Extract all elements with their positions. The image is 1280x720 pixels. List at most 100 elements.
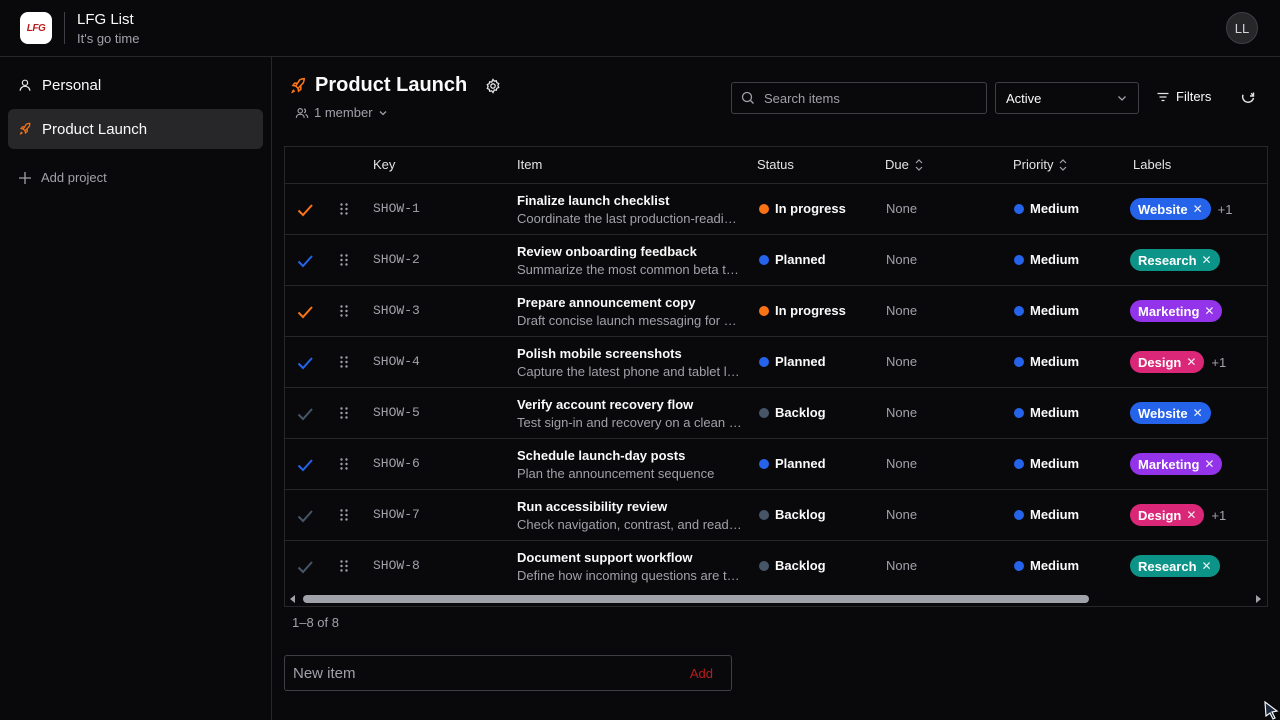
due-cell[interactable]: None — [886, 201, 917, 216]
refresh-icon[interactable] — [1240, 90, 1256, 106]
label-tag[interactable]: Design ✕ — [1130, 504, 1205, 526]
more-labels-count[interactable]: +1 — [1211, 355, 1226, 370]
check-icon[interactable] — [296, 201, 314, 219]
status-cell[interactable]: Backlog — [759, 507, 826, 522]
check-icon[interactable] — [296, 456, 314, 474]
drag-handle-icon[interactable] — [338, 457, 350, 471]
status-cell[interactable]: In progress — [759, 303, 846, 318]
column-priority[interactable]: Priority — [1013, 157, 1068, 172]
drag-handle-icon[interactable] — [338, 559, 350, 573]
remove-label-icon[interactable]: ✕ — [1204, 457, 1214, 471]
label-tag[interactable]: Marketing ✕ — [1130, 453, 1223, 475]
scroll-right-arrow[interactable] — [1256, 595, 1261, 603]
status-cell[interactable]: In progress — [759, 201, 846, 216]
check-icon[interactable] — [296, 558, 314, 576]
table-row[interactable]: SHOW-6 Schedule launch-day posts Plan the … — [285, 439, 1267, 490]
priority-cell[interactable]: Medium — [1014, 303, 1079, 318]
status-cell[interactable]: Backlog — [759, 558, 826, 573]
priority-dot — [1014, 203, 1024, 214]
remove-label-icon[interactable]: ✕ — [1186, 355, 1196, 369]
table-row[interactable]: SHOW-4 Polish mobile screenshots Capture t… — [285, 337, 1267, 388]
check-icon[interactable] — [296, 303, 314, 321]
drag-handle-icon[interactable] — [338, 355, 350, 369]
status-cell[interactable]: Planned — [759, 252, 826, 267]
scroll-left-arrow[interactable] — [290, 595, 295, 603]
item-title[interactable]: Document support workflow — [517, 550, 693, 565]
label-tag[interactable]: Marketing ✕ — [1130, 300, 1223, 322]
drag-handle-icon[interactable] — [338, 253, 350, 267]
remove-label-icon[interactable]: ✕ — [1186, 508, 1196, 522]
label-tag[interactable]: Research ✕ — [1130, 249, 1220, 271]
check-icon[interactable] — [296, 252, 314, 270]
drag-handle-icon[interactable] — [338, 508, 350, 522]
priority-label: Medium — [1030, 303, 1080, 318]
horizontal-scrollbar[interactable] — [285, 591, 1267, 606]
column-due[interactable]: Due — [885, 157, 924, 172]
item-title[interactable]: Run accessibility review — [517, 499, 667, 514]
drag-handle-icon[interactable] — [338, 304, 350, 318]
table-row[interactable]: SHOW-1 Finalize launch checklist Coordinat… — [285, 184, 1267, 235]
remove-label-icon[interactable]: ✕ — [1193, 202, 1203, 216]
remove-label-icon[interactable]: ✕ — [1202, 559, 1212, 573]
label-tag[interactable]: Website ✕ — [1130, 402, 1211, 424]
due-cell[interactable]: None — [886, 507, 917, 522]
add-item-button[interactable]: Add — [690, 666, 713, 681]
priority-cell[interactable]: Medium — [1014, 201, 1079, 216]
gear-icon[interactable] — [485, 77, 501, 94]
sidebar-item-product-launch[interactable]: Product Launch — [8, 109, 263, 149]
sidebar-item-personal[interactable]: Personal — [8, 65, 263, 105]
table-header: Key Item Status Due Priority Labels — [285, 147, 1267, 184]
table-row[interactable]: SHOW-7 Run accessibility review Check navi… — [285, 490, 1267, 541]
label-tag[interactable]: Design ✕ — [1130, 351, 1205, 373]
item-title[interactable]: Verify account recovery flow — [517, 397, 693, 412]
scrollbar-thumb[interactable] — [303, 595, 1089, 603]
more-labels-count[interactable]: +1 — [1211, 508, 1226, 523]
item-title[interactable]: Finalize launch checklist — [517, 193, 669, 208]
remove-label-icon[interactable]: ✕ — [1202, 253, 1212, 267]
due-cell[interactable]: None — [886, 354, 917, 369]
priority-cell[interactable]: Medium — [1014, 558, 1079, 573]
status-cell[interactable]: Planned — [759, 354, 826, 369]
table-row[interactable]: SHOW-8 Document support workflow Define ho… — [285, 541, 1267, 592]
due-cell[interactable]: None — [886, 303, 917, 318]
members-dropdown[interactable]: 1 member — [295, 105, 388, 120]
table-row[interactable]: SHOW-3 Prepare announcement copy Draft con… — [285, 286, 1267, 337]
drag-handle-icon[interactable] — [338, 202, 350, 216]
remove-label-icon[interactable]: ✕ — [1204, 304, 1214, 318]
new-item-input[interactable] — [293, 664, 653, 682]
status-filter-select[interactable]: Active — [995, 82, 1139, 114]
priority-cell[interactable]: Medium — [1014, 456, 1079, 471]
item-title[interactable]: Polish mobile screenshots — [517, 346, 682, 361]
due-cell[interactable]: None — [886, 405, 917, 420]
check-icon[interactable] — [296, 507, 314, 525]
check-icon[interactable] — [296, 405, 314, 423]
status-cell[interactable]: Backlog — [759, 405, 826, 420]
item-title[interactable]: Review onboarding feedback — [517, 244, 697, 259]
search-input[interactable] — [764, 90, 964, 106]
add-project-button[interactable]: Add project — [18, 170, 107, 185]
due-cell[interactable]: None — [886, 456, 917, 471]
app-logo[interactable]: LFG — [20, 12, 52, 44]
avatar[interactable]: LL — [1226, 12, 1258, 44]
priority-cell[interactable]: Medium — [1014, 354, 1079, 369]
labels-cell: Research ✕ — [1130, 555, 1220, 577]
app-title: LFG List — [77, 11, 134, 28]
search-box[interactable] — [731, 82, 987, 114]
priority-cell[interactable]: Medium — [1014, 507, 1079, 522]
label-tag[interactable]: Research ✕ — [1130, 555, 1220, 577]
table-row[interactable]: SHOW-2 Review onboarding feedback Summariz… — [285, 235, 1267, 286]
priority-cell[interactable]: Medium — [1014, 405, 1079, 420]
check-icon[interactable] — [296, 354, 314, 372]
item-title[interactable]: Schedule launch-day posts — [517, 448, 685, 463]
filters-button[interactable]: Filters — [1156, 89, 1211, 104]
label-tag[interactable]: Website ✕ — [1130, 198, 1211, 220]
remove-label-icon[interactable]: ✕ — [1193, 406, 1203, 420]
due-cell[interactable]: None — [886, 252, 917, 267]
table-row[interactable]: SHOW-5 Verify account recovery flow Test s… — [285, 388, 1267, 439]
drag-handle-icon[interactable] — [338, 406, 350, 420]
due-cell[interactable]: None — [886, 558, 917, 573]
status-cell[interactable]: Planned — [759, 456, 826, 471]
priority-cell[interactable]: Medium — [1014, 252, 1079, 267]
item-title[interactable]: Prepare announcement copy — [517, 295, 695, 310]
more-labels-count[interactable]: +1 — [1218, 202, 1233, 217]
